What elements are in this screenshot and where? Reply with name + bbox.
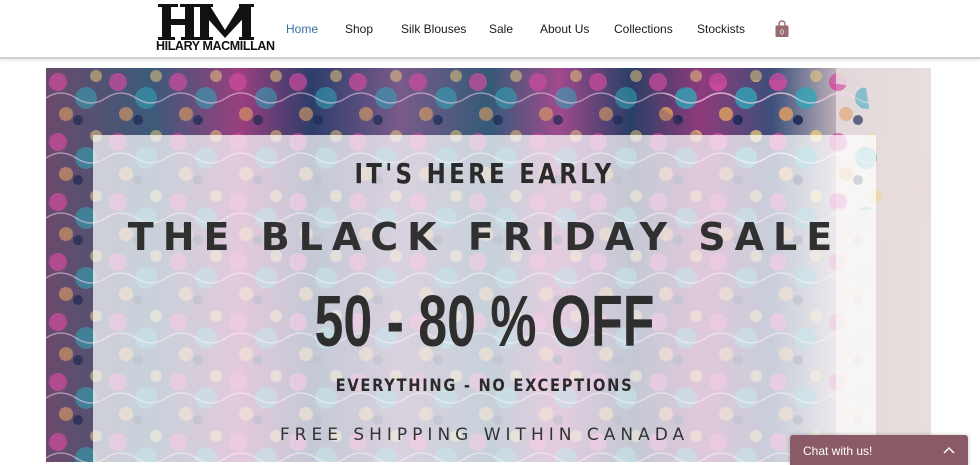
- nav-item-stockists[interactable]: Stockists: [697, 20, 745, 38]
- nav-item-sale[interactable]: Sale: [489, 20, 513, 38]
- site-header: HILARY MACMILLAN Home Shop Silk Blouses …: [0, 0, 980, 59]
- chat-widget-button[interactable]: Chat with us!: [790, 435, 968, 465]
- brand-name: HILARY MACMILLAN: [156, 38, 275, 54]
- chat-label: Chat with us!: [803, 444, 873, 458]
- promo-headline: THE BLACK FRIDAY SALE: [127, 215, 842, 259]
- promo-discount: 50 - 80 % OFF: [314, 282, 655, 362]
- promo-subline: EVERYTHING - NO EXCEPTIONS: [335, 376, 634, 396]
- brand-logo[interactable]: HILARY MACMILLAN: [156, 4, 275, 54]
- nav-item-home[interactable]: Home: [286, 20, 318, 38]
- promo-panel: IT'S HERE EARLY THE BLACK FRIDAY SALE 50…: [93, 135, 876, 462]
- nav-item-collections[interactable]: Collections: [614, 20, 673, 38]
- hm-monogram-icon: [158, 4, 254, 40]
- cart-button[interactable]: 0: [774, 20, 790, 38]
- shopping-bag-icon: 0: [775, 20, 789, 37]
- hero-banner: IT'S HERE EARLY THE BLACK FRIDAY SALE 50…: [46, 68, 931, 462]
- chevron-up-icon: [943, 446, 955, 454]
- nav-item-silk-blouses[interactable]: Silk Blouses: [401, 20, 466, 38]
- promo-eyebrow: IT'S HERE EARLY: [354, 157, 615, 190]
- promo-shipping: FREE SHIPPING WITHIN CANADA: [279, 425, 690, 445]
- nav-item-about-us[interactable]: About Us: [540, 20, 589, 38]
- cart-count: 0: [780, 30, 784, 37]
- nav-item-shop[interactable]: Shop: [345, 20, 373, 38]
